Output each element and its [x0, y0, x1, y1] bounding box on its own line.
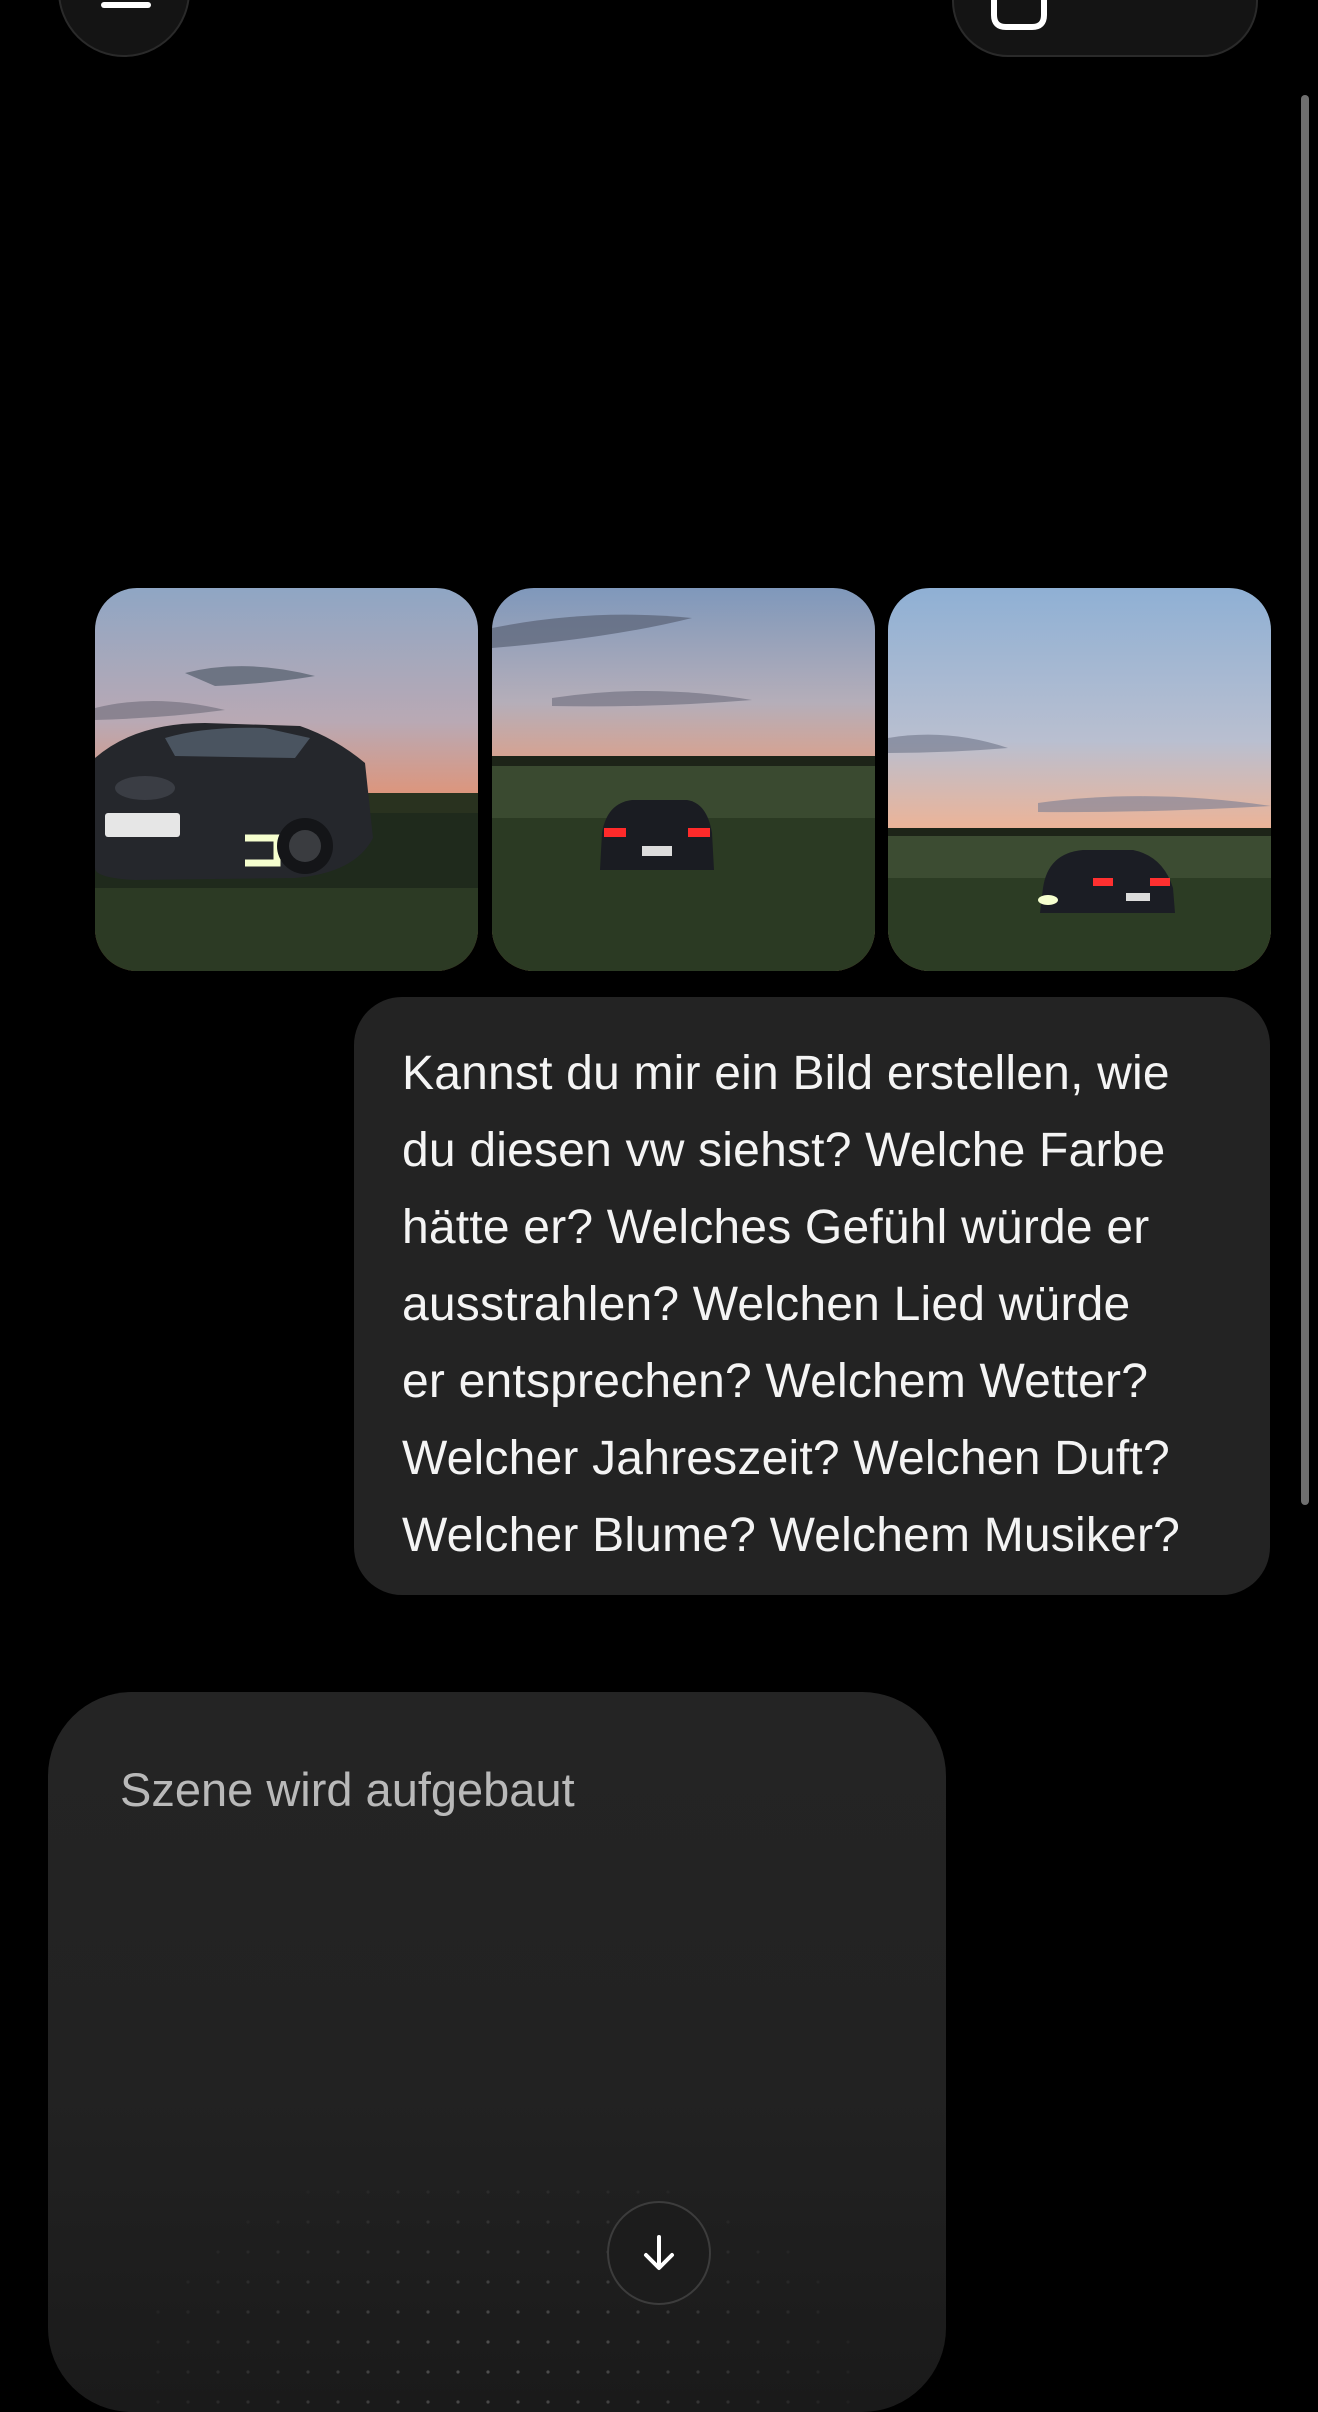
- attachment-photo-1[interactable]: [95, 588, 478, 971]
- scroll-to-bottom-button[interactable]: [607, 2201, 711, 2305]
- loading-dot-grid: [156, 2190, 850, 2404]
- message-line: du diesen vw siehst? Welche Farbe: [402, 1124, 1166, 1177]
- car-front-sunset-image: [95, 588, 478, 971]
- user-message-bubble: Kannst du mir ein Bild erstellen, wie du…: [354, 997, 1270, 1595]
- message-line: hätte er? Welches Gefühl würde er: [402, 1201, 1150, 1254]
- message-line: Welcher Jahreszeit? Welchen Duft?: [402, 1432, 1170, 1485]
- new-chat-button[interactable]: [952, 0, 1258, 57]
- car-rear-field-image: [492, 588, 875, 971]
- menu-button[interactable]: [58, 0, 190, 57]
- message-line: Welcher Blume? Welchem Musiker?: [402, 1509, 1181, 1562]
- image-generation-card: Szene wird aufgebaut: [48, 1692, 946, 2412]
- menu-icon: [101, 2, 151, 8]
- attachment-photo-2[interactable]: [492, 588, 875, 971]
- message-line: ausstrahlen? Welchen Lied würde: [402, 1278, 1131, 1331]
- generation-status-text: Szene wird aufgebaut: [120, 1763, 575, 1816]
- message-line: er entsprechen? Welchem Wetter?: [402, 1355, 1149, 1408]
- scrollbar[interactable]: [1301, 95, 1309, 1505]
- message-line: Kannst du mir ein Bild erstellen, wie: [402, 1047, 1170, 1100]
- arrow-down-icon: [644, 2235, 674, 2270]
- compose-icon: [991, 0, 1047, 30]
- car-rear-field-wide-image: [888, 588, 1271, 971]
- attachment-photo-3[interactable]: [888, 588, 1271, 971]
